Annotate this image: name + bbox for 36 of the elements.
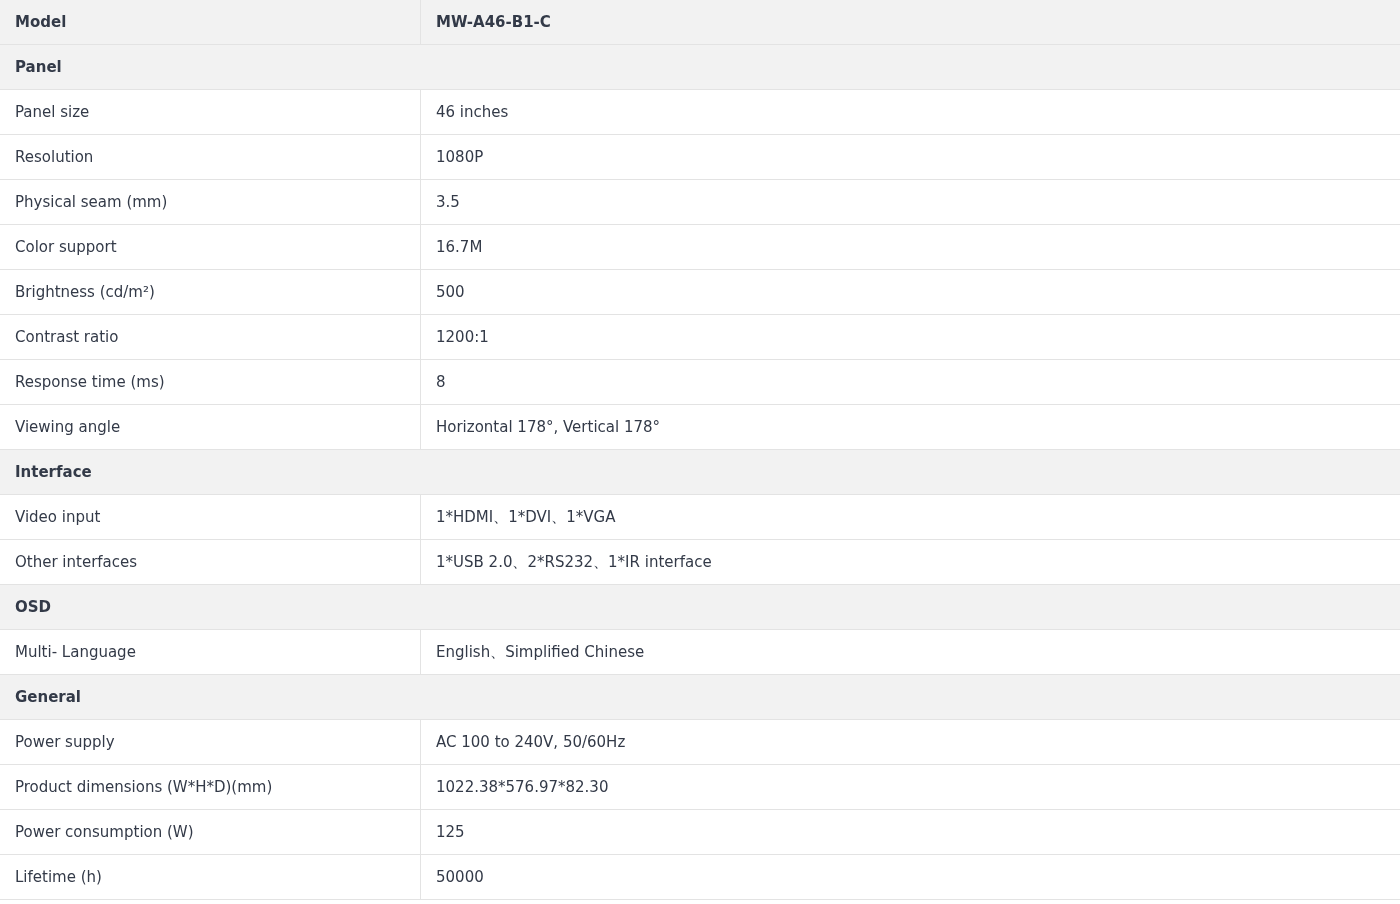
table-cell-text: Physical seam (mm) — [14, 192, 169, 213]
table-cell: 1*USB 2.0、2*RS232、1*IR interface — [420, 540, 1400, 584]
table-cell: 500 — [420, 270, 1400, 314]
table-cell-text: Product dimensions (W*H*D)(mm) — [14, 777, 274, 798]
table-cell-text: Power supply — [14, 732, 116, 753]
table-cell: English、Simplified Chinese — [420, 630, 1400, 674]
table-cell-text: Color support — [14, 237, 118, 258]
table-cell-text: Multi- Language — [14, 642, 137, 663]
table-cell-text: Response time (ms) — [14, 372, 166, 393]
table-cell: 3.5 — [420, 180, 1400, 224]
table-cell: 46 inches — [420, 90, 1400, 134]
section-heading: General — [0, 675, 1400, 720]
table-cell-text: Viewing angle — [14, 417, 122, 438]
table-cell: AC 100 to 240V, 50/60Hz — [420, 720, 1400, 764]
table-cell: Horizontal 178°, Vertical 178° — [420, 405, 1400, 449]
table-cell-text: Panel size — [14, 102, 91, 123]
section-heading: Interface — [0, 450, 1400, 495]
table-cell: 125 — [420, 810, 1400, 854]
table-cell: 1200:1 — [420, 315, 1400, 359]
table-cell: 1080P — [420, 135, 1400, 179]
section-heading: Panel — [0, 45, 1400, 90]
table-cell-text: Video input — [14, 507, 102, 528]
table-cell-text: Lifetime (h) — [14, 867, 103, 888]
section-heading: OSD — [0, 585, 1400, 630]
table-cell-text: Contrast ratio — [14, 327, 120, 348]
table-header-cell-text: Model — [14, 12, 68, 33]
table-cell-text: Power consumption (W) — [14, 822, 195, 843]
table-header-cell: MW-A46-B1-C — [420, 0, 1400, 44]
table-cell: 16.7M — [420, 225, 1400, 269]
table-cell: 50000 — [420, 855, 1400, 899]
table-cell: 8 — [420, 360, 1400, 404]
table-cell-text: Other interfaces — [14, 552, 139, 573]
table-cell-text: Resolution — [14, 147, 95, 168]
table-cell: 1*HDMI、1*DVI、1*VGA — [420, 495, 1400, 539]
table-cell-text: Brightness (cd/m²) — [14, 282, 156, 303]
table-cell: 1022.38*576.97*82.30 — [420, 765, 1400, 809]
